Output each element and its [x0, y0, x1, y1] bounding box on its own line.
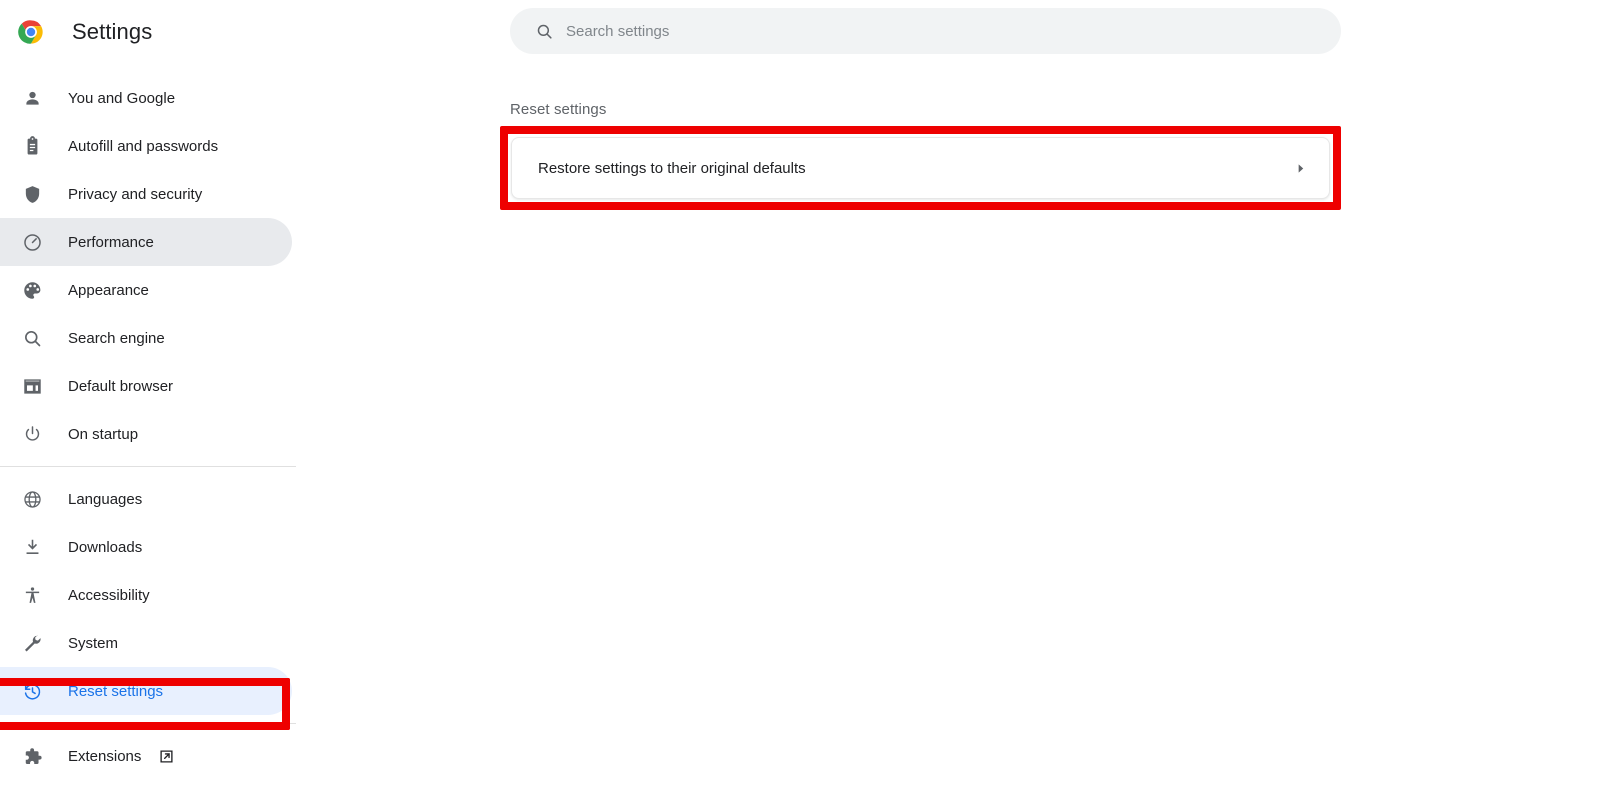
- sidebar-item-label: Accessibility: [68, 586, 150, 604]
- palette-icon: [20, 278, 44, 302]
- external-link-icon[interactable]: [157, 747, 175, 765]
- speedometer-icon: [20, 230, 44, 254]
- accessibility-icon: [20, 583, 44, 607]
- history-icon: [20, 679, 44, 703]
- chrome-logo-icon: [17, 18, 45, 46]
- sidebar-item-downloads[interactable]: Downloads: [0, 523, 292, 571]
- sidebar: Settings You and Google Autofill and pas…: [0, 0, 300, 803]
- puzzle-icon: [20, 744, 44, 768]
- chevron-right-icon: [1293, 161, 1307, 175]
- sidebar-item-label: Reset settings: [68, 682, 164, 700]
- sidebar-item-on-startup[interactable]: On startup: [0, 410, 292, 458]
- browser-window-icon: [20, 374, 44, 398]
- section-title-reset-settings: Reset settings: [510, 101, 607, 118]
- sidebar-item-label: Privacy and security: [68, 185, 203, 203]
- person-icon: [20, 86, 44, 110]
- shield-icon: [20, 182, 44, 206]
- settings-page: Settings You and Google Autofill and pas…: [0, 0, 1600, 803]
- sidebar-item-label: Default browser: [68, 377, 174, 395]
- sidebar-item-label: Performance: [68, 233, 154, 251]
- sidebar-item-extensions[interactable]: Extensions: [0, 732, 292, 780]
- sidebar-item-you-and-google[interactable]: You and Google: [0, 74, 292, 122]
- search-icon: [534, 21, 554, 41]
- restore-defaults-row[interactable]: Restore settings to their original defau…: [511, 137, 1330, 199]
- sidebar-item-label: Languages: [68, 490, 143, 508]
- download-icon: [20, 535, 44, 559]
- clipboard-icon: [20, 134, 44, 158]
- sidebar-item-label: Appearance: [68, 281, 149, 299]
- main-content: Reset settings Restore settings to their…: [300, 0, 1600, 803]
- sidebar-item-reset-settings[interactable]: Reset settings: [0, 667, 292, 715]
- sidebar-item-label: You and Google: [68, 89, 176, 107]
- sidebar-item-languages[interactable]: Languages: [0, 475, 292, 523]
- globe-icon: [20, 487, 44, 511]
- brand-header: Settings: [0, 0, 300, 64]
- sidebar-item-autofill-and-passwords[interactable]: Autofill and passwords: [0, 122, 292, 170]
- sidebar-item-accessibility[interactable]: Accessibility: [0, 571, 292, 619]
- sidebar-item-performance[interactable]: Performance: [0, 218, 292, 266]
- magnifier-icon: [20, 326, 44, 350]
- sidebar-item-default-browser[interactable]: Default browser: [0, 362, 292, 410]
- sidebar-item-label: On startup: [68, 425, 139, 443]
- sidebar-nav: You and Google Autofill and passwords Pr…: [0, 74, 300, 780]
- sidebar-item-label: Extensions: [68, 747, 142, 765]
- sidebar-item-label: System: [68, 634, 119, 652]
- sidebar-item-label: Autofill and passwords: [68, 137, 219, 155]
- sidebar-item-label: Search engine: [68, 329, 165, 347]
- sidebar-item-label: Downloads: [68, 538, 143, 556]
- wrench-icon: [20, 631, 44, 655]
- sidebar-item-search-engine[interactable]: Search engine: [0, 314, 292, 362]
- restore-defaults-label: Restore settings to their original defau…: [538, 159, 806, 177]
- sidebar-item-system[interactable]: System: [0, 619, 292, 667]
- sidebar-item-privacy-and-security[interactable]: Privacy and security: [0, 170, 292, 218]
- power-icon: [20, 422, 44, 446]
- search-bar[interactable]: [510, 8, 1341, 54]
- page-title: Settings: [72, 19, 153, 44]
- sidebar-item-appearance[interactable]: Appearance: [0, 266, 292, 314]
- search-input[interactable]: [566, 22, 1266, 40]
